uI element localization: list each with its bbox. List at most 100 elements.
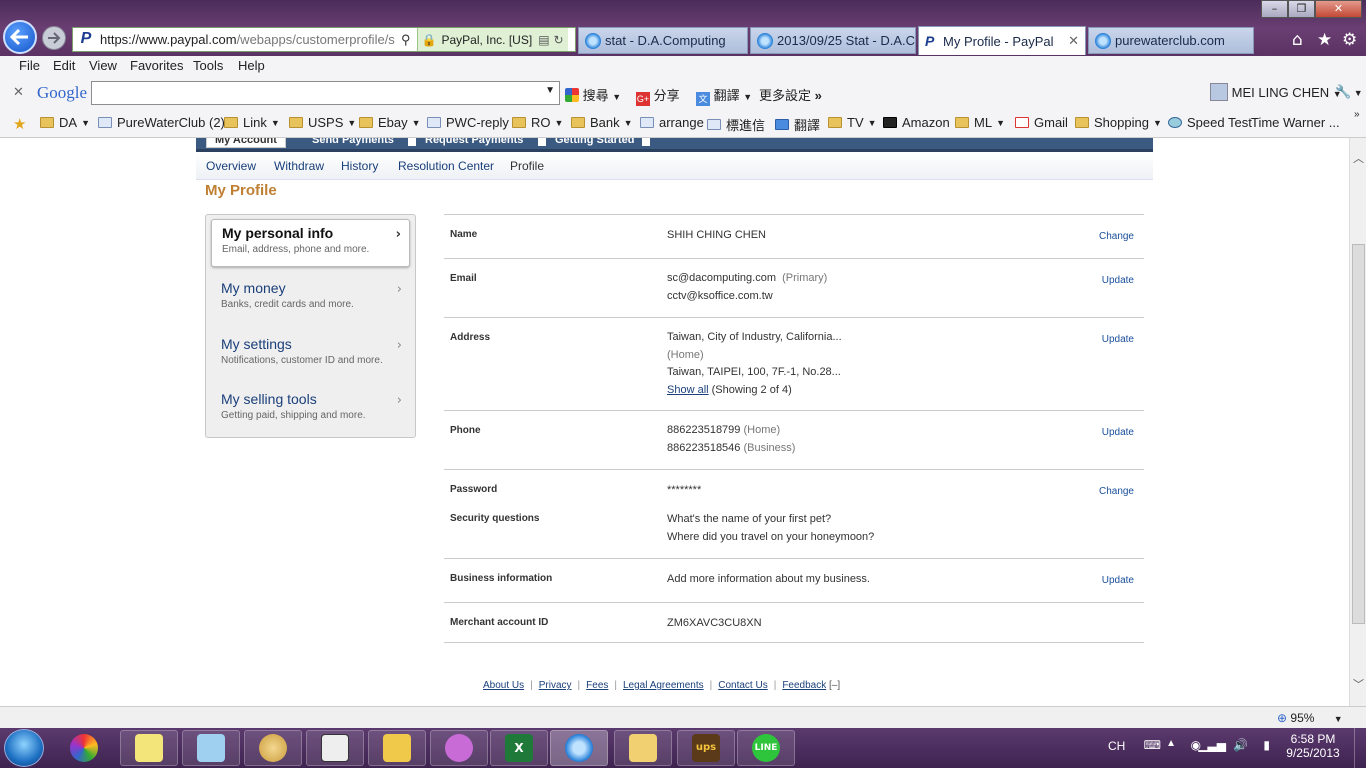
home-icon[interactable]: ⌂ bbox=[1292, 30, 1303, 50]
chevron-right-icon[interactable]: » bbox=[1354, 109, 1360, 120]
show-all-link[interactable]: Show all bbox=[667, 384, 709, 396]
menu-help[interactable]: Help bbox=[238, 58, 265, 73]
fav-item[interactable]: USPS ▼ bbox=[289, 115, 356, 130]
taskbar-app-file-explorer[interactable] bbox=[368, 730, 426, 766]
change-name-link[interactable]: Change bbox=[1099, 231, 1134, 242]
fav-item[interactable]: Time Warner ... bbox=[1251, 115, 1340, 130]
fav-item[interactable]: 翻譯 bbox=[775, 115, 820, 134]
close-window-button[interactable]: ✕ bbox=[1315, 0, 1362, 18]
fav-item[interactable]: Link ▼ bbox=[224, 115, 280, 130]
clock[interactable]: 6:58 PM 9/25/2013 bbox=[1278, 732, 1348, 760]
scroll-thumb[interactable] bbox=[1352, 244, 1365, 624]
fav-item[interactable]: PureWaterClub (2) bbox=[98, 115, 225, 130]
update-phone-link[interactable]: Update bbox=[1102, 427, 1134, 438]
close-toolbar-icon[interactable]: ✕ bbox=[13, 84, 24, 100]
fav-item[interactable]: Speed Test bbox=[1168, 115, 1252, 130]
nav-my-money[interactable]: My money Banks, credit cards and more. › bbox=[211, 275, 410, 323]
fav-item[interactable]: Amazon bbox=[883, 115, 950, 130]
fav-item[interactable]: ML ▼ bbox=[955, 115, 1005, 130]
google-search-input[interactable]: ▼ bbox=[91, 81, 560, 105]
tab-request-payments[interactable]: Request Payments bbox=[425, 138, 523, 148]
taskbar-app-paint[interactable] bbox=[244, 730, 302, 766]
tab-send-payments[interactable]: Send Payments bbox=[312, 138, 394, 148]
footer-fees[interactable]: Fees bbox=[586, 680, 608, 691]
star-icon[interactable]: ★ bbox=[1317, 30, 1332, 50]
taskbar-app-outlook[interactable] bbox=[614, 730, 672, 766]
update-address-link[interactable]: Update bbox=[1102, 334, 1134, 345]
add-favorite-icon[interactable]: ★ bbox=[13, 115, 26, 133]
translate-button[interactable]: 文 翻譯 ▼ bbox=[696, 85, 752, 106]
signal-icon[interactable]: ▁▃▅ bbox=[1198, 738, 1226, 752]
start-button[interactable] bbox=[4, 729, 44, 767]
nav-my-selling-tools[interactable]: My selling tools Getting paid, shipping … bbox=[211, 386, 410, 434]
scroll-down-icon[interactable]: ﹀ bbox=[1353, 676, 1364, 692]
subnav-overview[interactable]: Overview bbox=[206, 159, 256, 173]
taskbar-app-notes[interactable] bbox=[120, 730, 178, 766]
fav-item[interactable]: arrange bbox=[640, 115, 704, 130]
show-desktop-button[interactable] bbox=[1354, 728, 1366, 768]
menu-file[interactable]: File bbox=[19, 58, 40, 73]
update-business-link[interactable]: Update bbox=[1102, 575, 1134, 586]
zoom-control[interactable]: ⊕ 95% ▼ bbox=[1277, 711, 1343, 725]
maximize-button[interactable]: ❐ bbox=[1288, 0, 1315, 18]
wrench-icon[interactable]: 🔧 ▼ bbox=[1335, 84, 1363, 100]
subnav-history[interactable]: History bbox=[341, 159, 378, 173]
taskbar-app-messenger[interactable] bbox=[430, 730, 488, 766]
minimize-button[interactable]: – bbox=[1261, 0, 1288, 18]
compat-icon[interactable]: ▤ bbox=[538, 33, 549, 47]
taskbar-app-dreamweaver[interactable] bbox=[306, 730, 364, 766]
forward-button[interactable] bbox=[42, 26, 66, 50]
vertical-scrollbar[interactable]: ︿ ﹀ bbox=[1349, 138, 1366, 706]
fav-item[interactable]: TV ▼ bbox=[828, 115, 877, 130]
footer-about-us[interactable]: About Us bbox=[483, 680, 524, 691]
language-indicator[interactable]: CH bbox=[1108, 739, 1128, 753]
user-account-button[interactable]: MEI LING CHEN ▼ bbox=[1210, 83, 1342, 101]
footer-contact-us[interactable]: Contact Us bbox=[718, 680, 767, 691]
share-button[interactable]: G+ 分享 bbox=[636, 85, 680, 106]
menu-tools[interactable]: Tools bbox=[193, 58, 223, 73]
scroll-up-icon[interactable]: ︿ bbox=[1353, 150, 1364, 166]
taskbar-app-line[interactable]: LINE bbox=[737, 730, 795, 766]
footer-feedback[interactable]: Feedback bbox=[782, 680, 826, 691]
feedback-icon[interactable]: [–] bbox=[829, 680, 840, 691]
fav-item[interactable]: Ebay ▼ bbox=[359, 115, 421, 130]
tab-my-profile[interactable]: P My Profile - PayPal ✕ bbox=[918, 26, 1086, 55]
tab-stat[interactable]: stat - D.A.Computing bbox=[578, 27, 748, 54]
fav-item[interactable]: Shopping ▼ bbox=[1075, 115, 1162, 130]
menu-edit[interactable]: Edit bbox=[53, 58, 75, 73]
google-search-button[interactable]: 搜尋 ▼ bbox=[565, 85, 621, 104]
tab-purewaterclub[interactable]: purewaterclub.com bbox=[1088, 27, 1254, 54]
taskbar-app-notepad[interactable] bbox=[182, 730, 240, 766]
power-icon[interactable]: ▮ bbox=[1263, 738, 1270, 752]
change-password-link[interactable]: Change bbox=[1099, 486, 1134, 497]
menu-favorites[interactable]: Favorites bbox=[130, 58, 183, 73]
tab-getting-started[interactable]: Getting Started bbox=[555, 138, 634, 148]
nav-my-settings[interactable]: My settings Notifications, customer ID a… bbox=[211, 331, 410, 379]
search-icon[interactable]: ⚲ bbox=[401, 32, 411, 48]
subnav-profile[interactable]: Profile bbox=[510, 159, 544, 173]
taskbar-app-internet-explorer[interactable] bbox=[550, 730, 608, 766]
refresh-icon[interactable]: ↻ bbox=[554, 33, 564, 47]
fav-item[interactable]: 標進信 bbox=[707, 115, 765, 134]
update-email-link[interactable]: Update bbox=[1102, 275, 1134, 286]
fav-item[interactable]: RO ▼ bbox=[512, 115, 563, 130]
subnav-resolution-center[interactable]: Resolution Center bbox=[398, 159, 494, 173]
taskbar-app-excel[interactable]: X bbox=[490, 730, 548, 766]
address-bar[interactable]: P https://www.paypal.com/webapps/custome… bbox=[72, 27, 576, 52]
more-settings-button[interactable]: 更多設定 » bbox=[759, 85, 822, 104]
fav-item[interactable]: Bank ▼ bbox=[571, 115, 633, 130]
tab-my-account[interactable]: My Account bbox=[206, 138, 286, 148]
chevron-down-icon[interactable]: ▼ bbox=[545, 85, 555, 96]
taskbar-app-ups[interactable]: ups bbox=[677, 730, 735, 766]
close-tab-icon[interactable]: ✕ bbox=[1068, 33, 1079, 49]
gear-icon[interactable]: ⚙ bbox=[1342, 30, 1357, 50]
keyboard-icon[interactable]: ⌨ bbox=[1144, 738, 1161, 752]
subnav-withdraw[interactable]: Withdraw bbox=[274, 159, 324, 173]
tab-stat-2013[interactable]: 2013/09/25 Stat - D.A.Co... bbox=[750, 27, 916, 54]
fav-item[interactable]: Gmail bbox=[1015, 115, 1068, 130]
menu-view[interactable]: View bbox=[89, 58, 117, 73]
site-identity-badge[interactable]: 🔒 PayPal, Inc. [US] ▤ ↻ bbox=[416, 28, 568, 51]
volume-icon[interactable]: 🔊 bbox=[1233, 738, 1248, 752]
footer-legal-agreements[interactable]: Legal Agreements bbox=[623, 680, 704, 691]
show-hidden-icons[interactable]: ▲ bbox=[1166, 738, 1176, 749]
